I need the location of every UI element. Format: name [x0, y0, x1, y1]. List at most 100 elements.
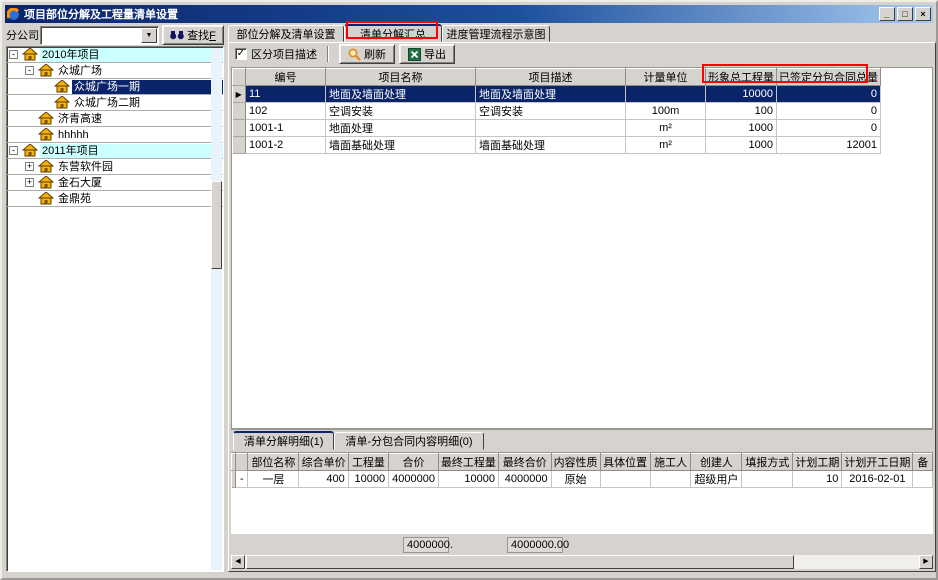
- cell[interactable]: 墙面基础处理: [326, 137, 476, 154]
- cell[interactable]: 超级用户: [691, 471, 742, 488]
- tree-item-zhongcheng-phase2[interactable]: 众城广场二期: [7, 95, 223, 111]
- cell[interactable]: 空调安装: [326, 103, 476, 120]
- tree-item-label-selected[interactable]: 众城广场一期: [72, 80, 223, 94]
- checkbox-check-icon[interactable]: ✓: [235, 48, 247, 60]
- col-header-subcontract-total[interactable]: 已签定分包合同总量: [777, 69, 881, 86]
- col-header-total-quantity[interactable]: 形象总工程量: [706, 69, 777, 86]
- tree-item-label[interactable]: 众城广场: [56, 64, 223, 78]
- cell[interactable]: 0: [777, 86, 881, 103]
- col-header-final-quantity[interactable]: 最终工程量: [438, 454, 498, 471]
- grid-row[interactable]: 1001-2 墙面基础处理 墙面基础处理 m² 1000 12001: [233, 137, 881, 154]
- cell[interactable]: 2016-02-01: [842, 471, 913, 488]
- cell[interactable]: [476, 120, 626, 137]
- collapse-icon[interactable]: -: [9, 146, 18, 155]
- col-header-remark[interactable]: 备: [913, 454, 933, 471]
- cell[interactable]: [742, 471, 793, 488]
- tab-part-decompose[interactable]: 部位分解及清单设置: [228, 25, 344, 42]
- cell[interactable]: 墙面基础处理: [476, 137, 626, 154]
- tree-item-label[interactable]: 金鼎苑: [56, 192, 223, 206]
- tree-item-dongying[interactable]: + 东营软件园: [7, 159, 223, 175]
- cell[interactable]: 1001-2: [246, 137, 326, 154]
- collapse-icon[interactable]: -: [9, 50, 18, 59]
- tree-item-2010[interactable]: - 2010年项目: [7, 47, 223, 63]
- cell[interactable]: 空调安装: [476, 103, 626, 120]
- tab-list-detail[interactable]: 清单分解明细(1): [233, 431, 334, 450]
- collapse-icon[interactable]: -: [25, 66, 34, 75]
- cell[interactable]: [650, 471, 691, 488]
- tree-item-label[interactable]: hhhhh: [56, 128, 223, 142]
- tree-item-label[interactable]: 金石大厦: [56, 176, 223, 190]
- cell[interactable]: [626, 86, 706, 103]
- company-combobox[interactable]: ▼: [40, 26, 159, 45]
- cell[interactable]: 1000: [706, 120, 777, 137]
- refresh-button[interactable]: 刷新: [339, 44, 395, 64]
- close-button[interactable]: ×: [915, 7, 931, 21]
- scrollbar-thumb[interactable]: [211, 181, 222, 269]
- col-header-project-desc[interactable]: 项目描述: [476, 69, 626, 86]
- cell[interactable]: 10000: [438, 471, 498, 488]
- tab-progress-flow[interactable]: 进度管理流程示意图: [442, 25, 550, 42]
- cell[interactable]: 400: [299, 471, 348, 488]
- cell[interactable]: 1001-1: [246, 120, 326, 137]
- tab-subcontract-detail[interactable]: 清单-分包合同内容明细(0): [334, 432, 483, 450]
- cell[interactable]: 100m: [626, 103, 706, 120]
- cell[interactable]: 10000: [348, 471, 388, 488]
- tree-item-jinshi[interactable]: + 金石大厦: [7, 175, 223, 191]
- tree-item-jiqing[interactable]: 济青高速: [7, 111, 223, 127]
- horizontal-scrollbar[interactable]: ◀ ▶: [231, 555, 933, 569]
- tree-item-jinding[interactable]: 金鼎苑: [7, 191, 223, 207]
- cell[interactable]: 地面及墙面处理: [476, 86, 626, 103]
- col-header-creator[interactable]: 创建人: [691, 454, 742, 471]
- tree-item-zhongcheng-phase1[interactable]: 众城广场一期: [7, 79, 223, 95]
- cell[interactable]: 11: [246, 86, 326, 103]
- cell[interactable]: 4000000: [498, 471, 551, 488]
- col-header-location[interactable]: 具体位置: [600, 454, 650, 471]
- scroll-right-icon[interactable]: ▶: [919, 555, 933, 569]
- cell[interactable]: 0: [777, 120, 881, 137]
- export-button[interactable]: 导出: [399, 44, 455, 64]
- col-header-content-nature[interactable]: 内容性质: [551, 454, 600, 471]
- cell[interactable]: 地面处理: [326, 120, 476, 137]
- col-header-part-name[interactable]: 部位名称: [248, 454, 299, 471]
- col-header-project-name[interactable]: 项目名称: [326, 69, 476, 86]
- cell[interactable]: 12001: [777, 137, 881, 154]
- chevron-down-icon[interactable]: ▼: [141, 28, 157, 43]
- scrollbar-thumb[interactable]: [246, 555, 794, 569]
- col-header-unit[interactable]: 计量单位: [626, 69, 706, 86]
- cell[interactable]: 10000: [706, 86, 777, 103]
- tree-item-2011[interactable]: - 2011年项目: [7, 143, 223, 159]
- cell[interactable]: 4000000: [389, 471, 439, 488]
- cell[interactable]: m²: [626, 137, 706, 154]
- col-header-quantity[interactable]: 工程量: [348, 454, 388, 471]
- distinguish-description-checkbox[interactable]: ✓ 区分项目描述: [235, 46, 317, 62]
- col-header-constructor[interactable]: 施工人: [650, 454, 691, 471]
- tree-item-zhongcheng[interactable]: - 众城广场: [7, 63, 223, 79]
- expand-icon[interactable]: +: [25, 178, 34, 187]
- col-header-plan-start-date[interactable]: 计划开工日期: [842, 454, 913, 471]
- cell[interactable]: 地面及墙面处理: [326, 86, 476, 103]
- expand-icon[interactable]: +: [25, 162, 34, 171]
- cell[interactable]: m²: [626, 120, 706, 137]
- detail-row[interactable]: - 一层 400 10000 4000000 10000 4000000 原始 …: [232, 471, 933, 488]
- tree-item-label[interactable]: 东营软件园: [56, 160, 223, 174]
- maximize-button[interactable]: □: [897, 7, 913, 21]
- cell[interactable]: 0: [777, 103, 881, 120]
- col-header-final-price[interactable]: 最终合价: [498, 454, 551, 471]
- col-header-fill-method[interactable]: 填报方式: [742, 454, 793, 471]
- tree-item-label[interactable]: 2010年项目: [40, 48, 223, 62]
- tree-vertical-scrollbar[interactable]: [211, 48, 222, 570]
- cell[interactable]: 一层: [248, 471, 299, 488]
- col-header-number[interactable]: 编号: [246, 69, 326, 86]
- row-collapse-icon[interactable]: -: [236, 471, 248, 488]
- col-header-unit-price[interactable]: 综合单价: [299, 454, 348, 471]
- tab-list-summary[interactable]: 清单分解汇总: [344, 24, 442, 42]
- tree-item-label[interactable]: 济青高速: [56, 112, 223, 126]
- tree-item-label[interactable]: 众城广场二期: [72, 96, 223, 110]
- grid-row[interactable]: 102 空调安装 空调安装 100m 100 0: [233, 103, 881, 120]
- cell[interactable]: 1000: [706, 137, 777, 154]
- cell[interactable]: 原始: [551, 471, 600, 488]
- grid-row-selected[interactable]: ▶ 11 地面及墙面处理 地面及墙面处理 10000 0: [233, 86, 881, 103]
- cell[interactable]: 100: [706, 103, 777, 120]
- find-button[interactable]: 查找F: [162, 25, 224, 45]
- col-header-total-price[interactable]: 合价: [389, 454, 439, 471]
